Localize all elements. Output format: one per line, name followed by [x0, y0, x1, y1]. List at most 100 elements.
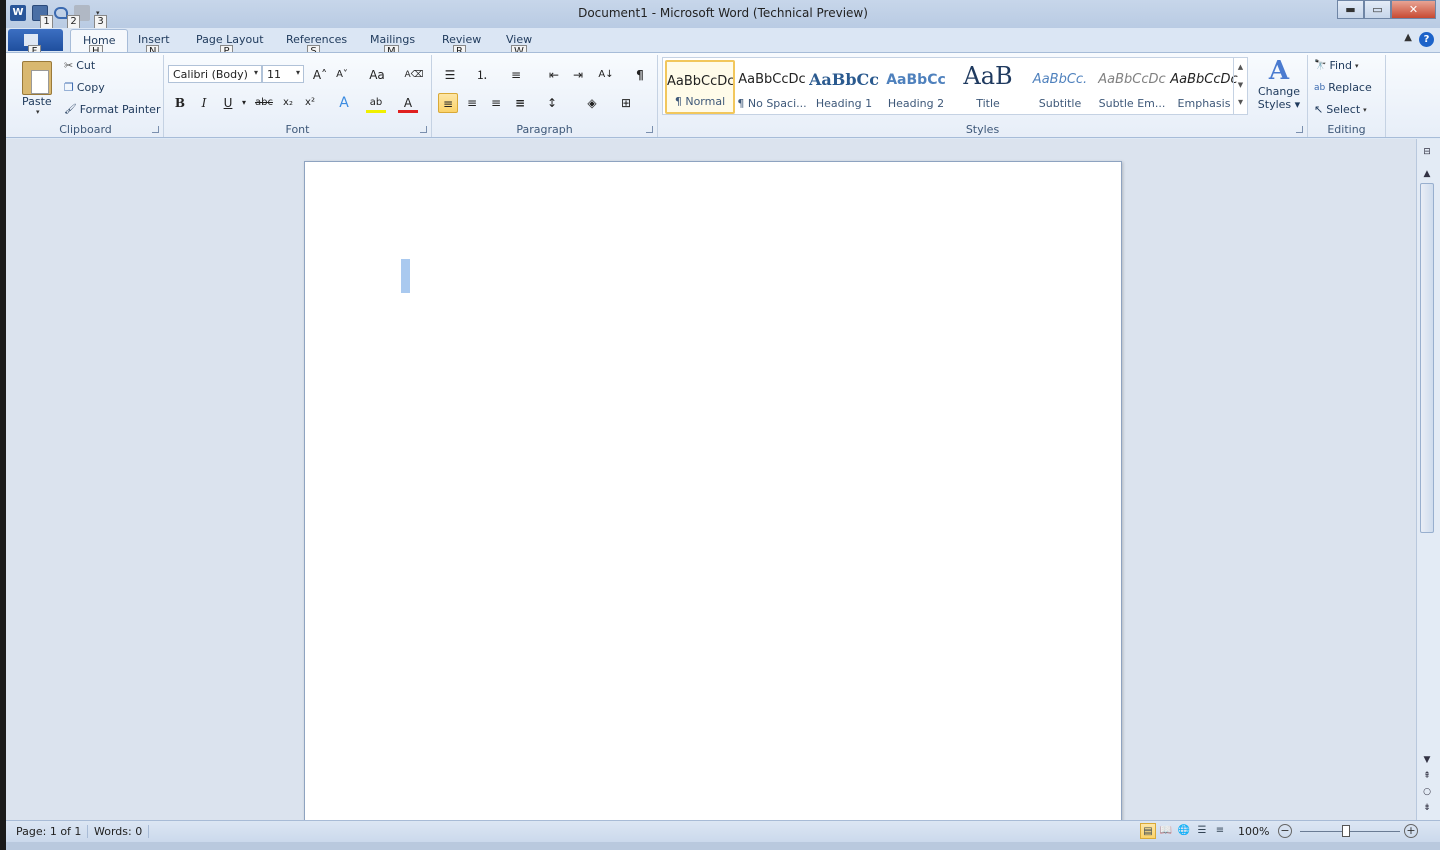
copy-button[interactable]: ❐ Copy — [64, 81, 105, 94]
help-icon[interactable]: ? — [1419, 32, 1434, 47]
borders-button[interactable]: ⊞ — [616, 93, 636, 113]
paragraph-dialog-launcher[interactable] — [646, 126, 653, 133]
outline-view-icon[interactable]: ☰ — [1194, 823, 1210, 839]
replace-button[interactable]: ab Replace — [1314, 81, 1372, 94]
find-label: Find — [1329, 59, 1352, 72]
text-effects-button[interactable]: A — [334, 93, 354, 113]
align-right-button[interactable]: ≡ — [486, 93, 506, 113]
scroll-up-icon[interactable]: ▲ — [1420, 169, 1434, 179]
cut-label: Cut — [76, 59, 96, 72]
grow-font-button[interactable]: A˄ — [310, 65, 330, 85]
scroll-down-icon[interactable]: ▼ — [1420, 755, 1434, 765]
print-layout-view-icon[interactable]: ▤ — [1140, 823, 1156, 839]
font-color-button[interactable]: A — [398, 93, 418, 113]
style-name: Subtle Em... — [1098, 97, 1166, 110]
italic-button[interactable]: I — [194, 93, 214, 113]
vertical-scrollbar[interactable]: ⊟ ▲ ▼ ⇞ ○ ⇟ — [1416, 139, 1440, 820]
select-browse-object-icon[interactable]: ○ — [1420, 787, 1434, 797]
full-screen-reading-view-icon[interactable]: 📖 — [1158, 823, 1174, 839]
paragraph-group: ☰ ⒈ ≡ ⇤ ⇥ A↓ ¶ ≡ ≡ ≡ ≡ ↕ ◈ ⊞ Paragraph — [432, 55, 658, 137]
bold-button[interactable]: B — [170, 93, 190, 113]
font-group: Calibri (Body) ▾ 11 ▾ A˄ A˅ Aa A⌫ B I U … — [164, 55, 432, 137]
view-ruler-icon[interactable]: ⊟ — [1420, 147, 1434, 157]
show-formatting-marks-button[interactable]: ¶ — [630, 65, 650, 85]
style-emphasis[interactable]: AaBbCcDc Emphasis — [1169, 60, 1239, 114]
change-case-button[interactable]: Aa — [364, 65, 390, 85]
style-normal[interactable]: AaBbCcDc ¶ Normal — [665, 60, 735, 114]
subscript-button[interactable]: x₂ — [278, 93, 298, 113]
gallery-more-icon[interactable]: ▾ — [1234, 94, 1247, 112]
paste-button[interactable]: Paste ▾ — [16, 55, 60, 119]
document-page[interactable] — [304, 161, 1122, 820]
style-title[interactable]: AaB Title — [953, 60, 1023, 114]
style-preview: AaBbCcDc — [1170, 72, 1238, 87]
previous-page-icon[interactable]: ⇞ — [1420, 771, 1434, 781]
zoom-level[interactable]: 100% — [1238, 825, 1269, 838]
find-dropdown-icon: ▾ — [1355, 61, 1359, 70]
multilevel-list-button[interactable]: ≡ — [506, 65, 526, 85]
gallery-down-icon[interactable]: ▼ — [1234, 76, 1247, 94]
clipboard-group: Paste ▾ ✂ Cut ❐ Copy 🖌 Format Painter Cl… — [8, 55, 164, 137]
binoculars-icon: 🔭 — [1314, 60, 1327, 71]
style-subtitle[interactable]: AaBbCc. Subtitle — [1025, 60, 1095, 114]
decrease-indent-button[interactable]: ⇤ — [544, 65, 564, 85]
styles-dialog-launcher[interactable] — [1296, 126, 1303, 133]
close-button[interactable]: ✕ — [1391, 0, 1436, 19]
style-heading-1[interactable]: AaBbCc Heading 1 — [809, 60, 879, 114]
window-controls: ▬ ▭ ✕ — [1337, 0, 1436, 19]
draft-view-icon[interactable]: ≡ — [1212, 823, 1228, 839]
collapse-ribbon-icon[interactable]: ▲ — [1404, 32, 1412, 43]
font-family-dropdown-icon: ▾ — [253, 68, 258, 77]
web-layout-view-icon[interactable]: 🌐 — [1176, 823, 1192, 839]
increase-indent-button[interactable]: ⇥ — [568, 65, 588, 85]
document-area[interactable] — [6, 139, 1416, 820]
bullets-button[interactable]: ☰ — [440, 65, 460, 85]
ribbon-tabs: F Home Insert Page Layout References Mai… — [6, 28, 1440, 59]
center-button[interactable]: ≡ — [462, 93, 482, 113]
select-button[interactable]: ↖ Select ▾ — [1314, 103, 1367, 116]
change-styles-button[interactable]: A Change Styles ▾ — [1256, 57, 1302, 119]
scissors-icon: ✂ — [64, 59, 74, 72]
maximize-button[interactable]: ▭ — [1364, 0, 1391, 19]
word-count[interactable]: Words: 0 — [88, 825, 150, 838]
page-count[interactable]: Page: 1 of 1 — [10, 825, 89, 838]
gallery-up-icon[interactable]: ▲ — [1234, 58, 1247, 76]
superscript-button[interactable]: x² — [300, 93, 320, 113]
line-spacing-button[interactable]: ↕ — [542, 93, 562, 113]
zoom-slider[interactable] — [1300, 831, 1400, 832]
style-name: Emphasis — [1177, 97, 1231, 110]
shading-button[interactable]: ◈ — [582, 93, 602, 113]
text-cursor — [401, 259, 410, 293]
cut-button[interactable]: ✂ Cut — [64, 59, 95, 72]
style-heading-2[interactable]: AaBbCc Heading 2 — [881, 60, 951, 114]
clipboard-dialog-launcher[interactable] — [152, 126, 159, 133]
font-size-select[interactable]: 11 ▾ — [262, 65, 304, 83]
scrollbar-thumb[interactable] — [1420, 183, 1434, 533]
style-no-spacing[interactable]: AaBbCcDc ¶ No Spaci... — [737, 60, 807, 114]
font-dialog-launcher[interactable] — [420, 126, 427, 133]
zoom-slider-thumb[interactable] — [1342, 825, 1350, 837]
style-preview: AaBbCc. — [1032, 72, 1088, 87]
justify-button[interactable]: ≡ — [510, 93, 530, 113]
paste-dropdown-icon[interactable]: ▾ — [36, 108, 40, 116]
align-left-button[interactable]: ≡ — [438, 93, 458, 113]
title-bar: W ▾ 1 2 3 Document1 - Microsoft Word (Te… — [6, 0, 1440, 29]
shrink-font-button[interactable]: A˅ — [332, 65, 352, 85]
highlight-button[interactable]: ab — [366, 93, 386, 113]
clear-formatting-button[interactable]: A⌫ — [404, 65, 424, 85]
zoom-out-icon[interactable]: − — [1278, 824, 1292, 838]
underline-dropdown-icon[interactable]: ▾ — [234, 93, 254, 113]
sort-button[interactable]: A↓ — [596, 65, 616, 85]
style-name: Subtitle — [1038, 97, 1082, 110]
strikethrough-button[interactable]: abc — [254, 93, 274, 113]
format-painter-button[interactable]: 🖌 Format Painter — [64, 103, 160, 116]
next-page-icon[interactable]: ⇟ — [1420, 803, 1434, 813]
find-button[interactable]: 🔭 Find ▾ — [1314, 59, 1359, 72]
numbering-button[interactable]: ⒈ — [472, 65, 492, 85]
style-name: Heading 1 — [815, 97, 873, 110]
zoom-in-icon[interactable]: + — [1404, 824, 1418, 838]
style-preview: AaBbCcDc — [667, 74, 733, 89]
minimize-button[interactable]: ▬ — [1337, 0, 1364, 19]
style-subtle-emphasis[interactable]: AaBbCcDc Subtle Em... — [1097, 60, 1167, 114]
font-family-select[interactable]: Calibri (Body) ▾ — [168, 65, 262, 83]
